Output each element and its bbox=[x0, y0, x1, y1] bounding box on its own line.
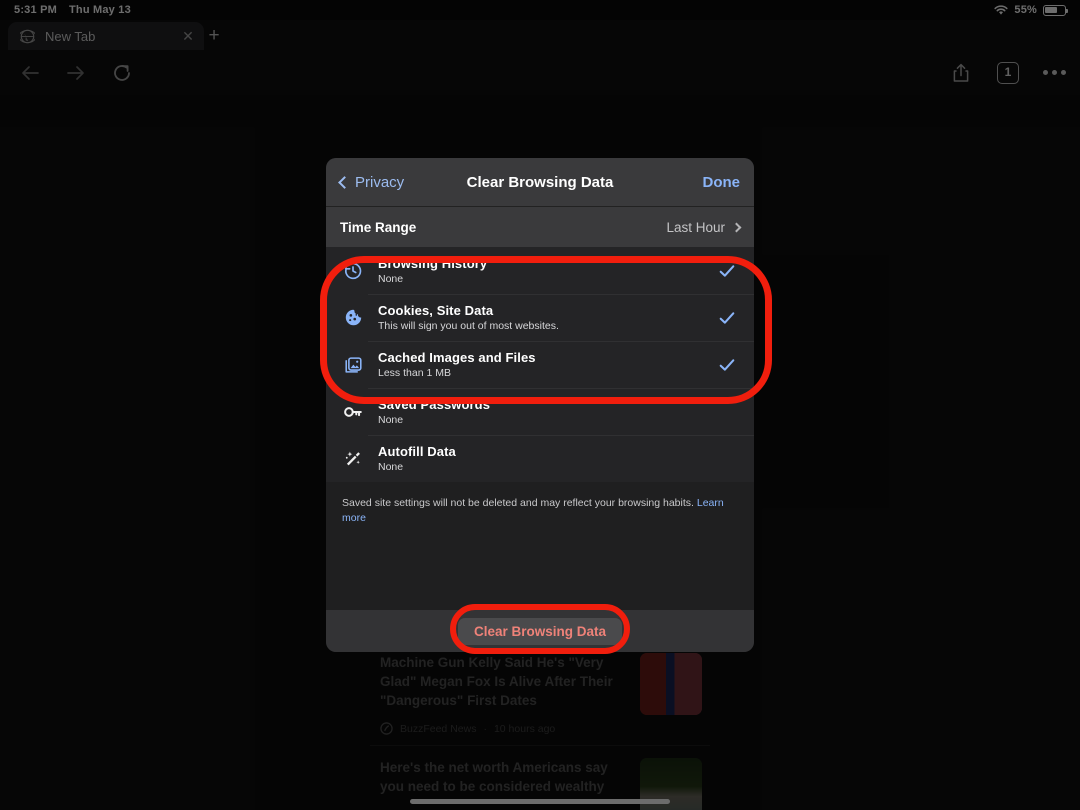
list-item-browsing-history[interactable]: Browsing History None bbox=[326, 247, 754, 294]
time-range-row[interactable]: Time Range Last Hour bbox=[326, 206, 754, 247]
list-item-title: Cached Images and Files bbox=[378, 350, 536, 365]
time-range-value: Last Hour bbox=[666, 219, 742, 235]
list-item-saved-passwords[interactable]: Saved Passwords None bbox=[326, 388, 754, 435]
list-item-text: Cached Images and Files Less than 1 MB bbox=[378, 350, 536, 379]
footnote-text: Saved site settings will not be deleted … bbox=[342, 497, 697, 509]
list-item-subtitle: This will sign you out of most websites. bbox=[378, 320, 559, 332]
time-range-label: Time Range bbox=[340, 219, 417, 235]
history-clock-icon bbox=[340, 258, 366, 284]
data-type-list: Browsing History None Cookies, Site Data… bbox=[326, 247, 754, 482]
list-item-title: Autofill Data bbox=[378, 444, 456, 459]
list-item-autofill-data[interactable]: Autofill Data None bbox=[326, 435, 754, 482]
list-item-title: Browsing History bbox=[378, 256, 488, 271]
checkmark-icon bbox=[718, 356, 736, 374]
clear-browsing-data-dialog: Privacy Clear Browsing Data Done Time Ra… bbox=[326, 158, 754, 652]
chevron-right-icon bbox=[731, 222, 742, 232]
list-item-title: Saved Passwords bbox=[378, 397, 491, 412]
checkmark-icon bbox=[718, 309, 736, 327]
list-item-cached-images-and-files[interactable]: Cached Images and Files Less than 1 MB bbox=[326, 341, 754, 388]
dialog-header: Privacy Clear Browsing Data Done bbox=[326, 158, 754, 206]
list-item-text: Saved Passwords None bbox=[378, 397, 490, 426]
key-icon bbox=[340, 399, 366, 425]
checkmark-icon bbox=[718, 262, 736, 280]
list-item-subtitle: None bbox=[378, 414, 404, 426]
list-item-cookies-site-data[interactable]: Cookies, Site Data This will sign you ou… bbox=[326, 294, 754, 341]
dialog-footnote: Saved site settings will not be deleted … bbox=[326, 482, 754, 610]
list-item-subtitle: Less than 1 MB bbox=[378, 367, 451, 379]
browser-window: 5:31 PM Thu May 13 55% New Tab ✕ + bbox=[0, 0, 1080, 810]
back-to-privacy-button[interactable]: Privacy bbox=[338, 173, 405, 191]
time-range-selected: Last Hour bbox=[666, 219, 725, 235]
back-label: Privacy bbox=[355, 173, 405, 191]
list-item-title: Cookies, Site Data bbox=[378, 303, 494, 318]
chevron-left-icon bbox=[338, 176, 351, 189]
dialog-footer: Clear Browsing Data bbox=[326, 610, 754, 652]
list-item-subtitle: None bbox=[378, 461, 404, 473]
image-stack-icon bbox=[340, 352, 366, 378]
clear-browsing-data-button[interactable]: Clear Browsing Data bbox=[457, 617, 623, 645]
list-item-text: Autofill Data None bbox=[378, 444, 456, 473]
done-button[interactable]: Done bbox=[703, 174, 741, 191]
cookie-icon bbox=[340, 305, 366, 331]
list-item-subtitle: None bbox=[378, 273, 404, 285]
list-item-text: Cookies, Site Data This will sign you ou… bbox=[378, 303, 559, 332]
magic-wand-icon bbox=[340, 446, 366, 472]
list-item-text: Browsing History None bbox=[378, 256, 487, 285]
